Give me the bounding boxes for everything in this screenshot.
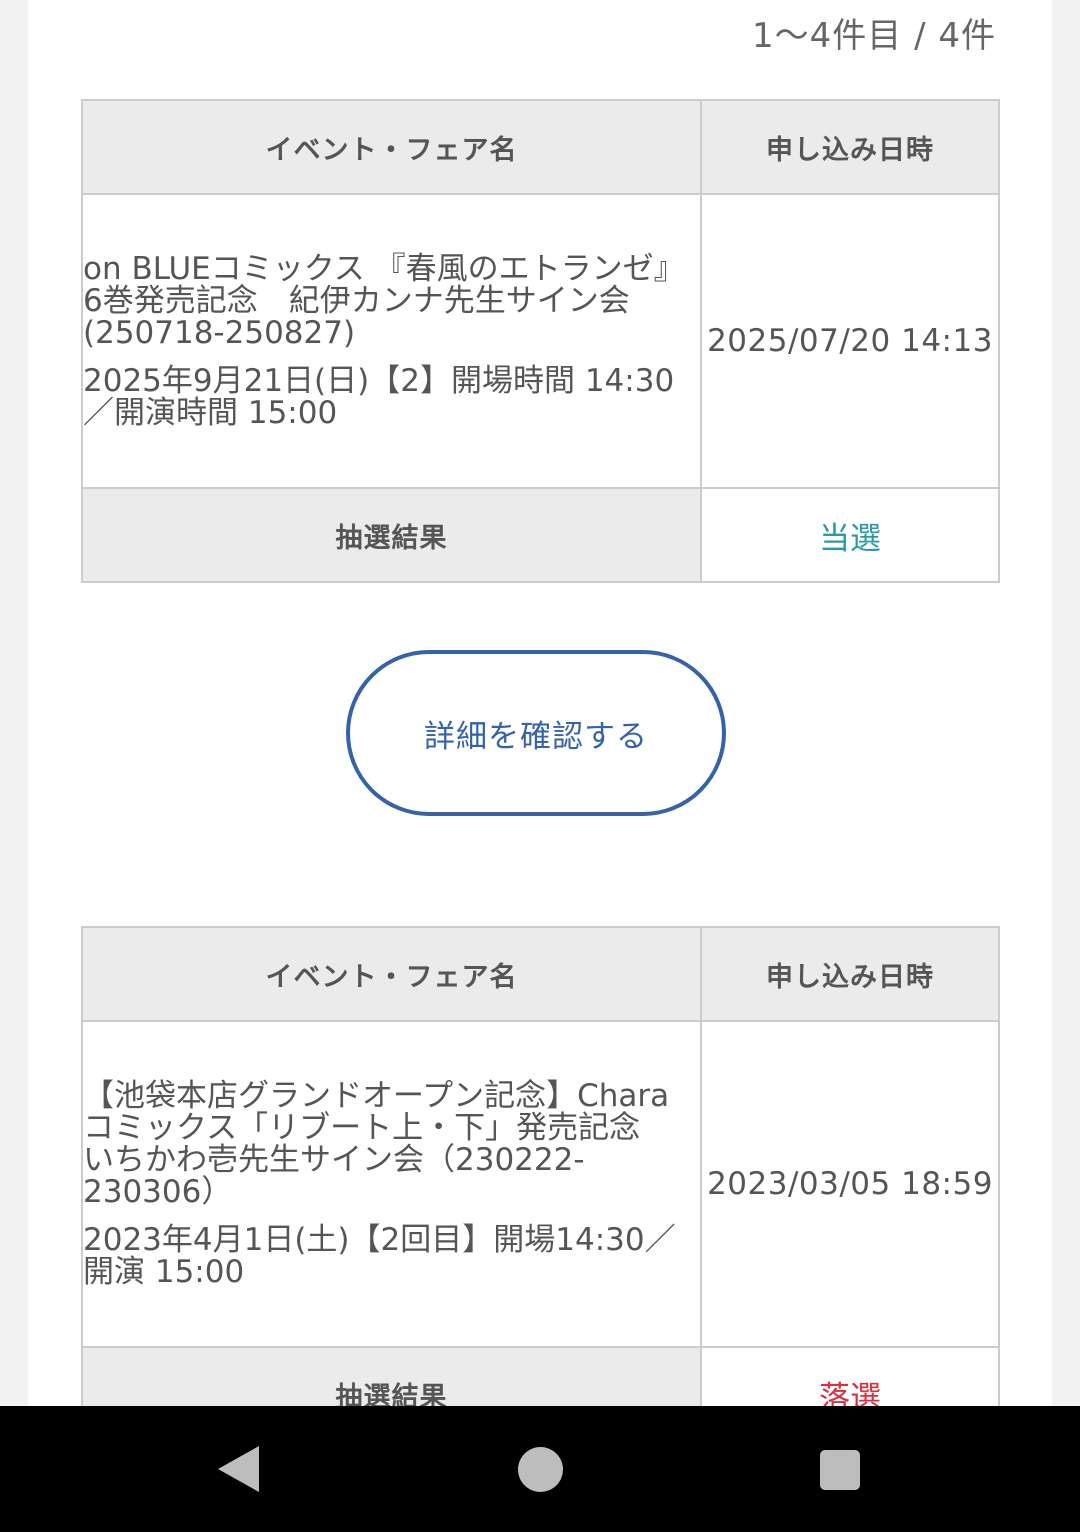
event-schedule: 2025年9月21日(日)【2】開場時間 14:30／開演時間 15:00 (83, 363, 675, 431)
header-applied-at: 申し込み日時 (700, 99, 1000, 195)
result-win: 当選 (700, 487, 1000, 583)
result-label: 抽選結果 (81, 487, 702, 583)
back-icon[interactable] (218, 1446, 259, 1492)
header-event-name: イベント・フェア名 (81, 926, 702, 1022)
recent-apps-icon[interactable] (820, 1450, 860, 1490)
home-icon[interactable] (518, 1447, 563, 1492)
content-area: 1〜4件目 / 4件 イベント・フェア名 申し込み日時 on BLUEコミックス… (28, 0, 1052, 1406)
result-label: 抽選結果 (81, 1346, 702, 1406)
page: 1〜4件目 / 4件 イベント・フェア名 申し込み日時 on BLUEコミックス… (0, 0, 1080, 1406)
pagination-count: 1〜4件目 / 4件 (752, 16, 996, 56)
entry-table-2: イベント・フェア名 申し込み日時 【池袋本店グランドオープン記念】Charaコミ… (81, 926, 1000, 1406)
event-schedule: 2023年4月1日(土)【2回目】開場14:30／開演 15:00 (83, 1222, 676, 1290)
event-title: 【池袋本店グランドオープン記念】Charaコミックス「リブート上・下」発売記念 … (83, 1078, 672, 1210)
event-cell: 【池袋本店グランドオープン記念】Charaコミックス「リブート上・下」発売記念 … (81, 1020, 702, 1348)
applied-date: 2023/03/05 18:59 (700, 1020, 1000, 1348)
event-title: on BLUEコミックス 『春風のエトランゼ』6巻発売記念 紀伊カンナ先生サイン… (83, 251, 685, 351)
entry-table-1: イベント・フェア名 申し込み日時 on BLUEコミックス 『春風のエトランゼ』… (81, 99, 1000, 583)
applied-date: 2025/07/20 14:13 (700, 193, 1000, 489)
event-cell: on BLUEコミックス 『春風のエトランゼ』6巻発売記念 紀伊カンナ先生サイン… (81, 193, 702, 489)
header-applied-at: 申し込み日時 (700, 926, 1000, 1022)
result-lose: 落選 (700, 1346, 1000, 1406)
view-details-button[interactable]: 詳細を確認する (346, 650, 726, 816)
header-event-name: イベント・フェア名 (81, 99, 702, 195)
